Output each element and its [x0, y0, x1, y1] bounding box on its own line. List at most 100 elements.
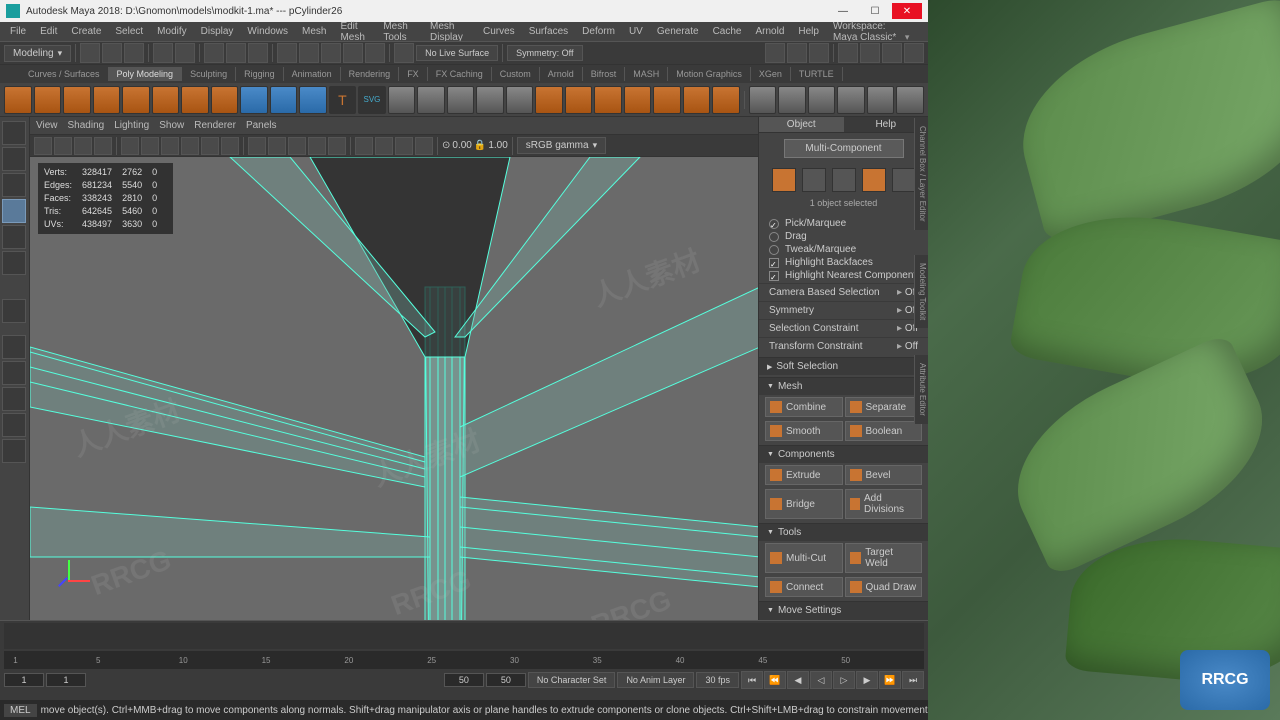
render-icon[interactable]: [765, 43, 785, 63]
vp-icon[interactable]: [181, 137, 199, 155]
vp-icon[interactable]: [141, 137, 159, 155]
outliner-toggle-icon[interactable]: [2, 387, 26, 411]
save-scene-icon[interactable]: [124, 43, 144, 63]
play-fwd-icon[interactable]: ▷: [833, 671, 855, 689]
vp-icon[interactable]: [268, 137, 286, 155]
menu-item[interactable]: Surfaces: [523, 24, 574, 39]
shelf-tab[interactable]: XGen: [751, 67, 791, 81]
shelf-tab[interactable]: Custom: [492, 67, 540, 81]
paint-tool-icon[interactable]: [2, 173, 26, 197]
platonic-icon[interactable]: [211, 86, 239, 114]
scale-tool-icon[interactable]: [2, 251, 26, 275]
playback-start-input[interactable]: [46, 673, 86, 687]
shelf-tab[interactable]: Curves / Surfaces: [20, 67, 109, 81]
menu-item[interactable]: Select: [109, 24, 149, 39]
connect-button[interactable]: Connect: [765, 577, 843, 597]
menu-item[interactable]: Modify: [151, 24, 192, 39]
four-view-icon[interactable]: [2, 361, 26, 385]
snap-grid-icon[interactable]: [277, 43, 297, 63]
snap-plane-icon[interactable]: [343, 43, 363, 63]
menu-item[interactable]: Mesh: [296, 24, 332, 39]
character-set[interactable]: No Character Set: [528, 672, 616, 688]
menu-item[interactable]: Deform: [576, 24, 621, 39]
select-tool-icon[interactable]: [2, 121, 26, 145]
shelf-tab[interactable]: Bifrost: [583, 67, 626, 81]
combine-button[interactable]: Combine: [765, 397, 843, 417]
smooth-button[interactable]: Smooth: [765, 421, 843, 441]
viewport[interactable]: Verts:32841727620 Edges:68123455400 Face…: [30, 157, 758, 620]
vp-icon[interactable]: [248, 137, 266, 155]
polycube-icon[interactable]: [34, 86, 62, 114]
channel-box-icon[interactable]: [860, 43, 880, 63]
polytorus-icon[interactable]: [122, 86, 150, 114]
quad-draw-button[interactable]: Quad Draw: [845, 577, 923, 597]
snap-point-icon[interactable]: [321, 43, 341, 63]
vp-icon[interactable]: [355, 137, 373, 155]
highlight-nearest-check[interactable]: Highlight Nearest Component: [769, 270, 918, 281]
polytype-icon[interactable]: T: [329, 86, 357, 114]
shelf-tab[interactable]: Motion Graphics: [668, 67, 751, 81]
target-weld-icon[interactable]: [712, 86, 740, 114]
tweak-radio[interactable]: Tweak/Marquee: [769, 244, 918, 255]
time-slider[interactable]: [4, 623, 924, 649]
paint-select-icon[interactable]: [248, 43, 268, 63]
move-settings-header[interactable]: Move Settings: [759, 602, 928, 619]
shelf-icon[interactable]: [867, 86, 895, 114]
range-slider[interactable]: 15101520253035404550: [4, 651, 924, 669]
bevel-icon[interactable]: [594, 86, 622, 114]
menu-item[interactable]: Display: [195, 24, 240, 39]
menu-item[interactable]: Windows: [241, 24, 294, 39]
prev-frame-icon[interactable]: ◀: [787, 671, 809, 689]
snap-live-icon[interactable]: [365, 43, 385, 63]
multi-component-button[interactable]: Multi-Component: [784, 139, 904, 158]
modeling-toolkit-icon[interactable]: [882, 43, 902, 63]
polycone-icon[interactable]: [93, 86, 121, 114]
vp-icon[interactable]: [74, 137, 92, 155]
fps-selector[interactable]: 30 fps: [696, 672, 739, 688]
open-scene-icon[interactable]: [102, 43, 122, 63]
menu-item[interactable]: Help: [792, 24, 825, 39]
menu-item[interactable]: Curves: [477, 24, 521, 39]
shelf-icon[interactable]: [808, 86, 836, 114]
polycylinder-icon[interactable]: [63, 86, 91, 114]
undo-icon[interactable]: [153, 43, 173, 63]
sphericalharmonic-icon[interactable]: [270, 86, 298, 114]
shelf-icon[interactable]: [837, 86, 865, 114]
attribute-editor-icon[interactable]: [904, 43, 924, 63]
vp-icon[interactable]: [221, 137, 239, 155]
pick-marquee-radio[interactable]: Pick/Marquee: [769, 218, 918, 229]
menu-item[interactable]: UV: [623, 24, 649, 39]
shelf-tab[interactable]: Rigging: [236, 67, 284, 81]
shelf-tab[interactable]: Sculpting: [182, 67, 236, 81]
workspace-selector[interactable]: Workspace: Maya Classic* ▾: [827, 21, 924, 43]
move-tool-icon[interactable]: [2, 199, 26, 223]
maximize-button[interactable]: ☐: [860, 3, 890, 19]
panel-toggle-icon[interactable]: [838, 43, 858, 63]
camera-selection-option[interactable]: Camera Based Selection▸ Off: [759, 283, 928, 301]
playback-end-input[interactable]: [444, 673, 484, 687]
color-space[interactable]: sRGB gamma ▾: [517, 137, 606, 154]
object-mode-icon[interactable]: [772, 168, 796, 192]
extrude-icon[interactable]: [535, 86, 563, 114]
shelf-tab[interactable]: FX: [399, 67, 428, 81]
shelf-tab[interactable]: Animation: [284, 67, 341, 81]
subdiv-proxy-icon[interactable]: [506, 86, 534, 114]
vp-menu-item[interactable]: Shading: [68, 120, 105, 131]
highlight-backfaces-check[interactable]: Highlight Backfaces: [769, 257, 918, 268]
add-divisions-button[interactable]: Add Divisions: [845, 489, 923, 519]
vp-menu-item[interactable]: View: [36, 120, 58, 131]
ultrashape-icon[interactable]: [299, 86, 327, 114]
vp-icon[interactable]: [415, 137, 433, 155]
bridge-button[interactable]: Bridge: [765, 489, 843, 519]
go-end-icon[interactable]: ⏭: [902, 671, 924, 689]
vp-menu-item[interactable]: Show: [159, 120, 184, 131]
menu-item[interactable]: Cache: [707, 24, 748, 39]
lasso-icon[interactable]: [226, 43, 246, 63]
combine-icon[interactable]: [388, 86, 416, 114]
last-tool-icon[interactable]: [2, 299, 26, 323]
prev-key-icon[interactable]: ⏪: [764, 671, 786, 689]
vp-icon[interactable]: [34, 137, 52, 155]
object-tab[interactable]: Object: [759, 117, 844, 132]
shelf-tab[interactable]: Rendering: [341, 67, 400, 81]
ipr-icon[interactable]: [787, 43, 807, 63]
